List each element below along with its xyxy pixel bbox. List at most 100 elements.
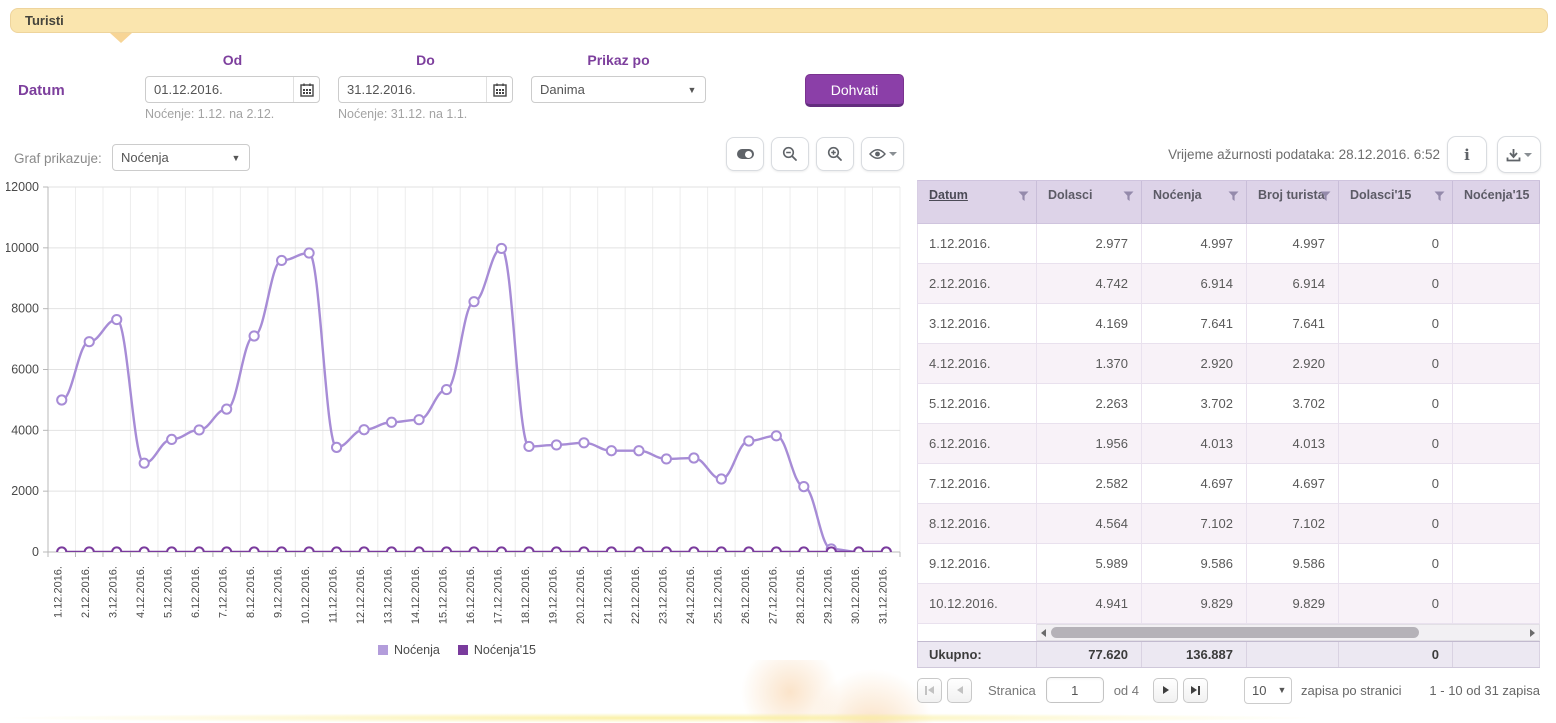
last-page-button[interactable] bbox=[1183, 678, 1208, 703]
column-header-1[interactable]: Dolasci bbox=[1037, 181, 1142, 223]
prev-page-button[interactable] bbox=[947, 678, 972, 703]
data-point-marker[interactable] bbox=[112, 315, 121, 324]
table-row[interactable]: 6.12.2016.1.9564.0134.0130 bbox=[917, 424, 1540, 464]
data-point-marker[interactable] bbox=[607, 547, 616, 556]
dohvati-button[interactable]: Dohvati bbox=[805, 74, 904, 107]
page-size-select[interactable]: 10 ▼ bbox=[1244, 677, 1292, 704]
data-point-marker[interactable] bbox=[634, 547, 643, 556]
line-chart[interactable]: 0200040006000800010000120001.12.2016.2.1… bbox=[6, 180, 908, 646]
data-point-marker[interactable] bbox=[882, 547, 891, 556]
data-point-marker[interactable] bbox=[387, 418, 396, 427]
data-point-marker[interactable] bbox=[222, 547, 231, 556]
data-point-marker[interactable] bbox=[799, 547, 808, 556]
data-point-marker[interactable] bbox=[359, 425, 368, 434]
next-page-button[interactable] bbox=[1153, 678, 1178, 703]
date-to-field[interactable]: 31.12.2016. bbox=[338, 76, 513, 103]
data-point-marker[interactable] bbox=[277, 256, 286, 265]
calendar-from-button[interactable] bbox=[293, 77, 319, 102]
toggle-series-button[interactable] bbox=[726, 137, 764, 171]
filter-funnel-icon[interactable] bbox=[1018, 191, 1029, 202]
prikaz-po-select[interactable]: Danima ▼ bbox=[531, 76, 706, 103]
table-row[interactable]: 10.12.2016.4.9419.8299.8290 bbox=[917, 584, 1540, 624]
data-point-marker[interactable] bbox=[414, 415, 423, 424]
filter-funnel-icon[interactable] bbox=[1320, 191, 1331, 202]
data-point-marker[interactable] bbox=[140, 547, 149, 556]
export-button[interactable] bbox=[1497, 136, 1541, 173]
data-point-marker[interactable] bbox=[827, 547, 836, 556]
data-point-marker[interactable] bbox=[744, 547, 753, 556]
zoom-in-button[interactable] bbox=[816, 137, 854, 171]
data-point-marker[interactable] bbox=[195, 547, 204, 556]
visibility-dropdown-button[interactable] bbox=[861, 137, 904, 171]
data-point-marker[interactable] bbox=[744, 436, 753, 445]
data-point-marker[interactable] bbox=[552, 440, 561, 449]
column-header-4[interactable]: Dolasci'15 bbox=[1339, 181, 1453, 223]
data-point-marker[interactable] bbox=[717, 547, 726, 556]
data-point-marker[interactable] bbox=[689, 453, 698, 462]
data-point-marker[interactable] bbox=[57, 395, 66, 404]
data-point-marker[interactable] bbox=[167, 547, 176, 556]
filter-funnel-icon[interactable] bbox=[1123, 191, 1134, 202]
data-point-marker[interactable] bbox=[332, 547, 341, 556]
table-row[interactable]: 3.12.2016.4.1697.6417.6410 bbox=[917, 304, 1540, 344]
legend-item[interactable]: Noćenja bbox=[378, 643, 440, 657]
table-row[interactable]: 7.12.2016.2.5824.6974.6970 bbox=[917, 464, 1540, 504]
column-header-2[interactable]: Noćenja bbox=[1142, 181, 1247, 223]
graf-prikazuje-select[interactable]: Noćenja ▼ bbox=[112, 144, 250, 171]
data-point-marker[interactable] bbox=[662, 547, 671, 556]
tab-turisti[interactable]: Turisti bbox=[10, 8, 1548, 33]
data-point-marker[interactable] bbox=[85, 547, 94, 556]
data-point-marker[interactable] bbox=[689, 547, 698, 556]
data-point-marker[interactable] bbox=[85, 337, 94, 346]
data-point-marker[interactable] bbox=[57, 547, 66, 556]
data-point-marker[interactable] bbox=[222, 405, 231, 414]
data-point-marker[interactable] bbox=[414, 547, 423, 556]
data-point-marker[interactable] bbox=[442, 547, 451, 556]
data-point-marker[interactable] bbox=[442, 385, 451, 394]
date-from-field[interactable]: 01.12.2016. bbox=[145, 76, 320, 103]
table-row[interactable]: 5.12.2016.2.2633.7023.7020 bbox=[917, 384, 1540, 424]
zoom-out-button[interactable] bbox=[771, 137, 809, 171]
data-point-marker[interactable] bbox=[304, 248, 313, 257]
table-row[interactable]: 8.12.2016.4.5647.1027.1020 bbox=[917, 504, 1540, 544]
data-point-marker[interactable] bbox=[524, 547, 533, 556]
filter-funnel-icon[interactable] bbox=[1228, 191, 1239, 202]
first-page-button[interactable] bbox=[917, 678, 942, 703]
calendar-to-button[interactable] bbox=[486, 77, 512, 102]
data-point-marker[interactable] bbox=[250, 547, 259, 556]
column-header-5[interactable]: Noćenja'15 bbox=[1453, 181, 1540, 223]
legend-item[interactable]: Noćenja'15 bbox=[458, 643, 536, 657]
data-point-marker[interactable] bbox=[799, 482, 808, 491]
scrollbar-thumb[interactable] bbox=[1051, 627, 1419, 638]
data-point-marker[interactable] bbox=[717, 474, 726, 483]
data-point-marker[interactable] bbox=[332, 443, 341, 452]
page-number-input[interactable] bbox=[1046, 677, 1104, 703]
scroll-left-arrow[interactable] bbox=[1041, 629, 1046, 637]
data-point-marker[interactable] bbox=[552, 547, 561, 556]
data-point-marker[interactable] bbox=[359, 547, 368, 556]
data-point-marker[interactable] bbox=[579, 438, 588, 447]
data-point-marker[interactable] bbox=[112, 547, 121, 556]
table-row[interactable]: 2.12.2016.4.7426.9146.9140 bbox=[917, 264, 1540, 304]
data-point-marker[interactable] bbox=[662, 454, 671, 463]
data-point-marker[interactable] bbox=[634, 446, 643, 455]
data-point-marker[interactable] bbox=[579, 547, 588, 556]
data-point-marker[interactable] bbox=[140, 459, 149, 468]
data-point-marker[interactable] bbox=[304, 547, 313, 556]
data-point-marker[interactable] bbox=[772, 547, 781, 556]
data-point-marker[interactable] bbox=[772, 431, 781, 440]
scroll-right-arrow[interactable] bbox=[1530, 629, 1535, 637]
data-point-marker[interactable] bbox=[469, 547, 478, 556]
info-button[interactable]: i bbox=[1447, 136, 1487, 173]
horizontal-scrollbar[interactable] bbox=[1037, 624, 1540, 641]
data-point-marker[interactable] bbox=[854, 547, 863, 556]
table-row[interactable]: 4.12.2016.1.3702.9202.9200 bbox=[917, 344, 1540, 384]
data-point-marker[interactable] bbox=[195, 425, 204, 434]
data-point-marker[interactable] bbox=[387, 547, 396, 556]
table-row[interactable]: 9.12.2016.5.9899.5869.5860 bbox=[917, 544, 1540, 584]
data-point-marker[interactable] bbox=[277, 547, 286, 556]
filter-funnel-icon[interactable] bbox=[1434, 191, 1445, 202]
data-point-marker[interactable] bbox=[497, 547, 506, 556]
column-header-0[interactable]: Datum bbox=[918, 181, 1037, 223]
data-point-marker[interactable] bbox=[607, 446, 616, 455]
